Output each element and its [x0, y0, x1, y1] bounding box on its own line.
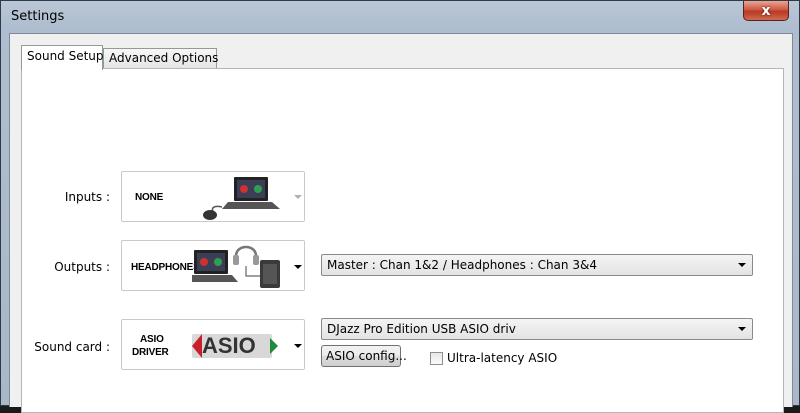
asio-tag-line1: ASIO: [140, 334, 164, 345]
sound-card-dropdown-arrow-icon[interactable]: [294, 344, 302, 348]
outputs-dropdown-arrow-icon[interactable]: [294, 265, 302, 269]
ultra-latency-label[interactable]: Ultra-latency ASIO: [447, 351, 557, 365]
outputs-selector[interactable]: HEADPHONES: [121, 240, 305, 291]
sound-card-label: Sound card :: [34, 340, 110, 354]
laptop-mouse-icon: [203, 177, 280, 220]
outputs-routing-select[interactable]: Master : Chan 1&2 / Headphones : Chan 3&…: [321, 254, 753, 276]
device-dropdown-arrow-icon: [738, 327, 746, 331]
inputs-label: Inputs :: [64, 190, 110, 204]
inputs-selector: NONE: [121, 171, 305, 222]
outputs-label: Outputs :: [54, 260, 110, 274]
outputs-image-tag: HEADPHONES: [131, 262, 200, 273]
sound-card-device-select[interactable]: DJazz Pro Edition USB ASIO driv: [321, 318, 753, 340]
tab-advanced-options[interactable]: Advanced Options: [103, 48, 218, 68]
inputs-image-tag: NONE: [135, 192, 164, 203]
ultra-latency-checkbox[interactable]: [430, 352, 443, 365]
asio-tag-line2: DRIVER: [132, 347, 169, 358]
close-button[interactable]: x: [743, 1, 789, 21]
headphones-speaker-icon: [192, 245, 280, 288]
outputs-routing-value: Master : Chan 1&2 / Headphones : Chan 3&…: [327, 258, 597, 272]
settings-window: Settings x Sound Setup Advanced Options …: [0, 0, 800, 413]
sound-card-device-value: DJazz Pro Edition USB ASIO driv: [327, 322, 516, 336]
sound-card-selector[interactable]: ASIO DRIVER ASIO: [121, 319, 305, 370]
close-icon: x: [761, 2, 771, 19]
asio-logo-text: ASIO: [202, 333, 256, 358]
client-area: Sound Setup Advanced Options Inputs : NO…: [9, 33, 793, 413]
tab-sound-setup[interactable]: Sound Setup: [21, 45, 104, 70]
routing-dropdown-arrow-icon: [738, 263, 746, 267]
inputs-dropdown-arrow-icon[interactable]: [294, 195, 302, 199]
window-title: Settings: [11, 9, 65, 24]
asio-logo-icon: ASIO: [192, 333, 278, 358]
title-bar[interactable]: Settings x: [1, 1, 799, 33]
sound-setup-panel: Inputs : NONE Outputs : HEADPHONES Maste…: [21, 68, 784, 413]
asio-config-button[interactable]: ASIO config...: [321, 345, 407, 367]
